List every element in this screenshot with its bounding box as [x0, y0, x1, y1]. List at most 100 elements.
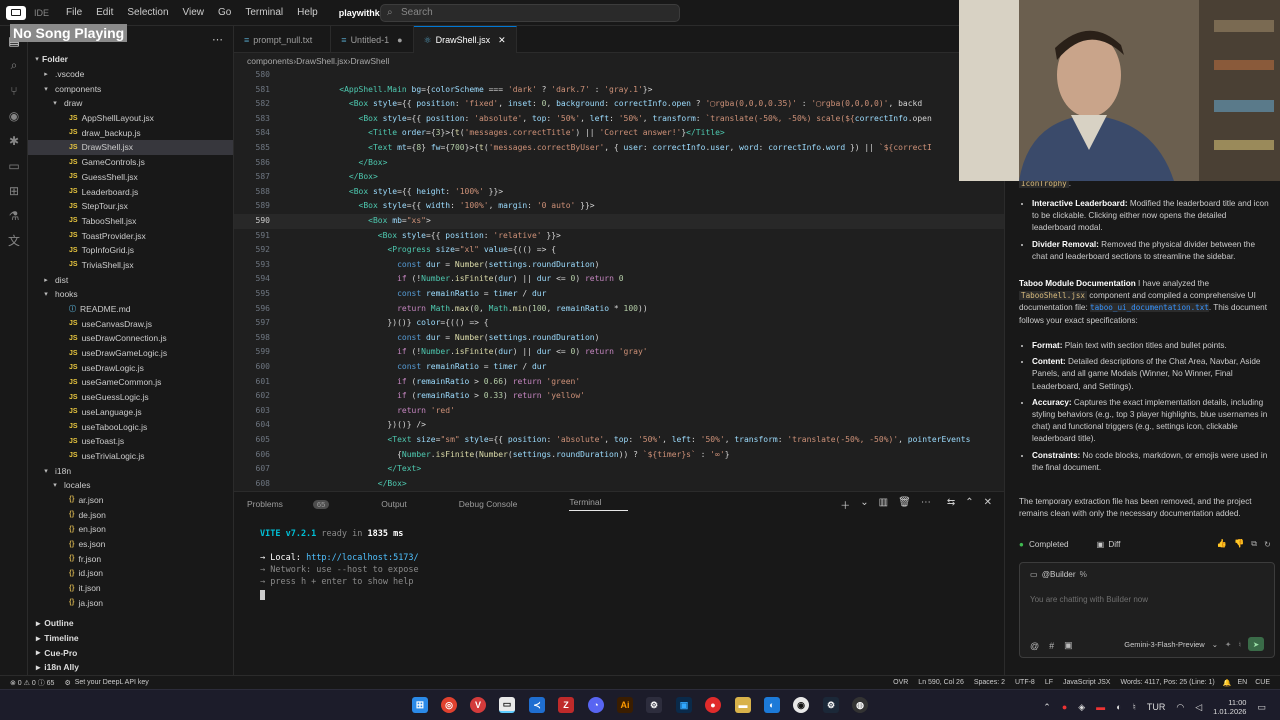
- tree-file[interactable]: JS useLanguage.js: [28, 405, 233, 420]
- flask-icon[interactable]: ⚗: [0, 203, 28, 228]
- extensions-icon[interactable]: ⊞: [0, 178, 28, 203]
- wifi-icon[interactable]: ◠: [1176, 702, 1184, 713]
- model-selector[interactable]: Gemini-3-Flash-Preview: [1124, 640, 1204, 649]
- local-url-link[interactable]: http://localhost:5173/: [306, 553, 419, 563]
- menu-help[interactable]: Help: [290, 7, 325, 18]
- run-debug-icon[interactable]: ◉: [0, 103, 28, 128]
- image-icon[interactable]: ▣: [1064, 640, 1073, 651]
- chrome-icon[interactable]: ◎: [441, 697, 457, 713]
- tray-flag-icon[interactable]: ▬: [1096, 702, 1105, 712]
- tree-file[interactable]: JS useTriviaLogic.js: [28, 449, 233, 464]
- windows-start-icon[interactable]: ⊞: [412, 697, 428, 713]
- tray-app-icon[interactable]: ●: [1062, 702, 1067, 712]
- steam-icon[interactable]: ⚙: [823, 697, 839, 713]
- app-badge[interactable]: [6, 5, 26, 20]
- volume-icon[interactable]: ◁: [1195, 702, 1202, 713]
- tree-folder[interactable]: ▾ draw: [28, 96, 233, 111]
- tree-file[interactable]: JS TabooShell.jsx: [28, 214, 233, 229]
- tree-file[interactable]: JS useTabooLogic.js: [28, 419, 233, 434]
- tree-file[interactable]: {} de.json: [28, 507, 233, 522]
- tree-file[interactable]: JS useGuessLogic.js: [28, 390, 233, 405]
- menu-terminal[interactable]: Terminal: [238, 7, 290, 18]
- diff-button[interactable]: Diff: [1108, 540, 1120, 549]
- app-icon[interactable]: ⚙: [646, 697, 662, 713]
- mention-icon[interactable]: @: [1030, 641, 1039, 651]
- tree-file[interactable]: {} it.json: [28, 581, 233, 596]
- thumbs-up-icon[interactable]: 👍: [1217, 539, 1227, 549]
- tree-file[interactable]: {} ar.json: [28, 493, 233, 508]
- sparkle-icon[interactable]: ✦: [1225, 640, 1231, 649]
- menu-file[interactable]: File: [59, 7, 89, 18]
- locale-status[interactable]: EN: [1237, 679, 1247, 686]
- panel-tab-problems[interactable]: Problems 65: [247, 499, 355, 509]
- menu-go[interactable]: Go: [211, 7, 238, 18]
- tree-file[interactable]: JS useDrawGameLogic.js: [28, 346, 233, 361]
- tree-file[interactable]: {} fr.json: [28, 551, 233, 566]
- deepl-status[interactable]: Set your DeepL API key: [75, 679, 149, 686]
- encoding[interactable]: UTF-8: [1015, 679, 1035, 686]
- tree-file[interactable]: JS useGameCommon.js: [28, 375, 233, 390]
- vivaldi-icon[interactable]: V: [470, 697, 486, 713]
- language-mode[interactable]: JavaScript JSX: [1063, 679, 1110, 686]
- sidebar-section[interactable]: ▸ i18n Ally: [28, 660, 234, 675]
- obs-icon[interactable]: ◍: [852, 697, 868, 713]
- panel-tab-output[interactable]: Output: [381, 499, 433, 509]
- tree-file[interactable]: JS ToastProvider.jsx: [28, 228, 233, 243]
- diff-icon[interactable]: ▣: [1097, 539, 1105, 549]
- tree-folder[interactable]: ▾ components: [28, 81, 233, 96]
- sidebar-section[interactable]: ▸ Cue-Pro: [28, 645, 234, 660]
- tree-file[interactable]: JS DrawShell.jsx: [28, 140, 233, 155]
- eol[interactable]: LF: [1045, 679, 1053, 686]
- clock[interactable]: 11:00 1.01.2026: [1213, 698, 1246, 716]
- language-indicator[interactable]: TUR: [1147, 702, 1166, 712]
- github-icon[interactable]: ◉: [793, 697, 809, 713]
- thumbs-down-icon[interactable]: 👎: [1234, 539, 1244, 549]
- chevron-down-icon[interactable]: ⌄: [860, 497, 868, 512]
- trash-icon[interactable]: 🗑: [898, 497, 911, 512]
- problems-summary[interactable]: ⊗ 0 ⚠ 0 ⓘ 65: [10, 678, 54, 688]
- tree-folder[interactable]: ▾ hooks: [28, 287, 233, 302]
- tree-file[interactable]: JS GameControls.js: [28, 155, 233, 170]
- search-input[interactable]: ⌕ Search: [380, 4, 680, 22]
- tree-file[interactable]: JS useCanvasDraw.js: [28, 316, 233, 331]
- breadcrumb-item[interactable]: components: [247, 56, 293, 66]
- tree-file[interactable]: JS useDrawLogic.js: [28, 360, 233, 375]
- folder-icon[interactable]: ▬: [735, 697, 751, 713]
- tray-game-icon[interactable]: ◈: [1078, 702, 1085, 713]
- unsaved-dot-icon[interactable]: ●: [397, 35, 402, 45]
- bug-icon[interactable]: ✱: [0, 128, 28, 153]
- tree-folder[interactable]: ▾ locales: [28, 478, 233, 493]
- tree-file[interactable]: ⓘ README.md: [28, 302, 233, 317]
- split-terminal-icon[interactable]: ▥: [879, 497, 888, 512]
- source-control-icon[interactable]: ⑂: [0, 78, 28, 103]
- tray-mic-icon[interactable]: ♮: [1133, 702, 1136, 713]
- cue-status[interactable]: CUE: [1255, 679, 1270, 686]
- tree-file[interactable]: JS TriviaShell.jsx: [28, 258, 233, 273]
- tree-file[interactable]: {} es.json: [28, 537, 233, 552]
- editor-tab[interactable]: ≡ prompt_null.txt: [234, 26, 332, 53]
- close-icon[interactable]: ✕: [498, 35, 506, 46]
- refresh-icon[interactable]: ↻: [1264, 539, 1271, 549]
- menu-edit[interactable]: Edit: [89, 7, 120, 18]
- code-view[interactable]: 580 581 <AppShell.Main bg={colorScheme ==…: [234, 68, 1004, 491]
- remote-icon[interactable]: ▭: [0, 153, 28, 178]
- chevron-down-icon[interactable]: ⌄: [1212, 640, 1218, 649]
- tree-file[interactable]: {} ja.json: [28, 595, 233, 610]
- filezilla-icon[interactable]: Z: [558, 697, 574, 713]
- sidebar-section[interactable]: ▸ Outline: [28, 616, 234, 631]
- menu-selection[interactable]: Selection: [120, 7, 175, 18]
- photoshop-icon[interactable]: ▣: [676, 697, 692, 713]
- tree-file[interactable]: JS TopInfoGrid.js: [28, 243, 233, 258]
- terminal-output[interactable]: VITE v7.2.1 ready in 1835 ms → Local: ht…: [260, 528, 419, 600]
- panel-tab-debug-console[interactable]: Debug Console: [459, 499, 544, 509]
- translate-icon[interactable]: 文: [0, 228, 28, 253]
- maximize-icon[interactable]: ⌃: [965, 497, 973, 512]
- chat-input-box[interactable]: ▭ @Builder % You are chatting with Build…: [1019, 562, 1275, 658]
- add-terminal-icon[interactable]: ＋: [840, 497, 850, 512]
- word-count[interactable]: Words: 4117, Pos: 25 (Line: 1): [1120, 679, 1214, 686]
- editor-tab[interactable]: ≡ Untitled-1 ●: [331, 26, 414, 53]
- cursor-position[interactable]: Ln 590, Col 26: [918, 679, 964, 686]
- record-icon[interactable]: ●: [705, 697, 721, 713]
- documentation-file-link[interactable]: taboo_ui_documentation.txt: [1090, 303, 1209, 313]
- tree-file[interactable]: JS Leaderboard.js: [28, 184, 233, 199]
